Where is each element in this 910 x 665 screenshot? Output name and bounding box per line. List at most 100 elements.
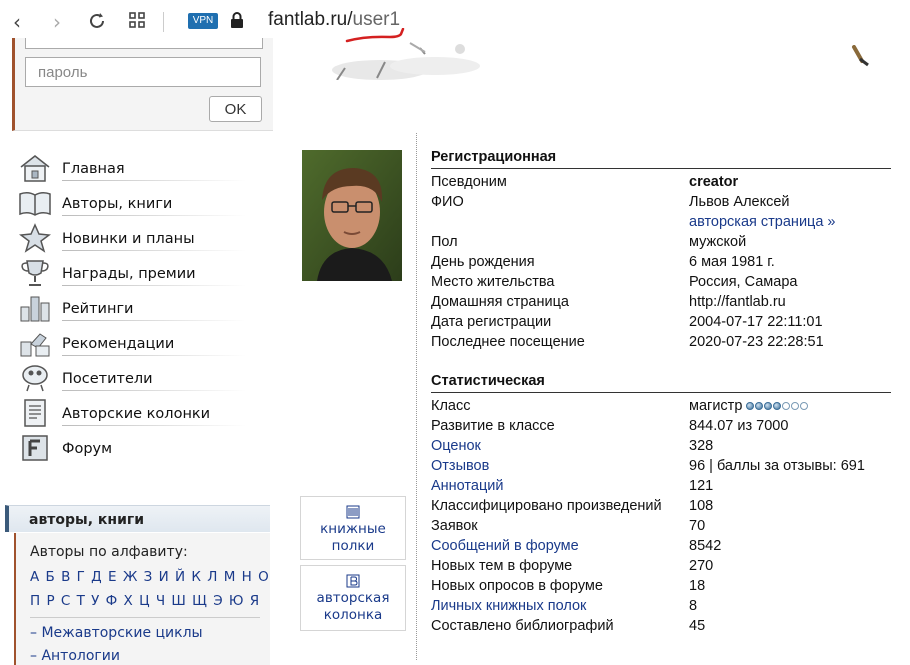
header-illustration: [332, 42, 480, 80]
profile-row-value: 844.07 из 7000: [689, 416, 788, 436]
login-field[interactable]: [25, 38, 263, 49]
profile-row-value-text: 270: [689, 558, 714, 574]
profile-row-value: 70: [689, 516, 705, 536]
column-doc-icon: [24, 399, 46, 427]
profile-row: Личных книжных полок 8: [431, 596, 891, 616]
profile-row-value-text: магистр: [689, 398, 743, 414]
anthologies-link[interactable]: – Антологии: [30, 648, 120, 664]
nav-item-forum[interactable]: Форум: [16, 432, 256, 467]
profile-row: Развитие в классе 844.07 из 7000: [431, 416, 891, 436]
toolbar-divider: [163, 12, 164, 32]
ok-button[interactable]: OK: [209, 96, 262, 122]
profile-row-value: 121: [689, 476, 713, 496]
reload-icon[interactable]: [86, 11, 108, 33]
open-book-icon: [19, 191, 51, 216]
profile-row-value: 8: [689, 596, 697, 616]
profile-row-key: Заявок: [431, 518, 478, 534]
bookshelf-icon: [346, 505, 360, 519]
nav-item-columns[interactable]: Авторские колонки: [16, 397, 256, 432]
password-field[interactable]: [25, 57, 261, 87]
authors-box-body: Авторы по алфавиту: А Б В Г Д Е Ж З И Й …: [14, 533, 270, 665]
nav-item-visitors[interactable]: Посетители: [16, 362, 256, 397]
profile-row-value: 96 | баллы за отзывы: 691: [689, 456, 865, 476]
profile-row-key: Последнее посещение: [431, 334, 585, 350]
profile-row-key: Составлено библиографий: [431, 618, 614, 634]
browser-toolbar: ‹ › VPN fantlab.ru/user1: [0, 0, 910, 43]
nav-item-ratings[interactable]: Рейтинги: [16, 292, 256, 327]
profile-row: Дата регистрации 2004-07-17 22:11:01: [431, 312, 891, 332]
profile-row-value-text: Львов Алексей: [689, 194, 790, 210]
profile-row-value-text: creator: [689, 174, 739, 190]
profile-row: ФИО Львов Алексей: [431, 192, 891, 212]
profile-row-key[interactable]: Личных книжных полок: [431, 596, 586, 616]
url-path: user1: [352, 9, 401, 30]
profile-row-value: Россия, Самара: [689, 272, 797, 292]
profile-row-key: Дата регистрации: [431, 314, 552, 330]
nav-item-recommendations[interactable]: Рекомендации: [16, 327, 256, 362]
profile-row: Новых опросов в форуме 18: [431, 576, 891, 596]
forward-icon[interactable]: ›: [46, 11, 68, 33]
profile-row-value: 18: [689, 576, 705, 596]
profile-row: Последнее посещение 2020-07-23 22:28:51: [431, 332, 891, 352]
tabs-grid-icon[interactable]: [126, 11, 148, 33]
profile-row-value: магистр: [689, 396, 809, 416]
profile-row-key[interactable]: Сообщений в форуме: [431, 536, 579, 556]
vpn-badge[interactable]: VPN: [188, 13, 218, 29]
profile-row: Заявок 70: [431, 516, 891, 536]
profile-row-key: Место жительства: [431, 274, 555, 290]
profile-row-value: creator: [689, 172, 738, 192]
nav-item-new[interactable]: Новинки и планы: [16, 222, 256, 257]
profile-row-key[interactable]: Оценок: [431, 436, 481, 456]
alphabet-letters-row2[interactable]: П Р С Т У Ф Х Ц Ч Ш Щ Э Ю Я: [30, 593, 260, 609]
bookshelves-button[interactable]: книжные полки: [300, 496, 406, 560]
statistics-rows: Класс магистр Развитие в классе 844.07 из 7…: [431, 393, 891, 636]
nav-item-home[interactable]: Главная: [16, 152, 256, 187]
profile-row-key[interactable]: Аннотаций: [431, 476, 503, 496]
profile-row-value-text: 8: [689, 598, 698, 614]
profile-row-value-text: 108: [689, 498, 714, 514]
profile-row: Аннотаций 121: [431, 476, 891, 496]
level-dot: [773, 402, 782, 411]
level-dot: [791, 402, 800, 411]
profile-row: День рождения 6 мая 1981 г.: [431, 252, 891, 272]
lock-icon[interactable]: [226, 11, 248, 33]
profile-row-value-text: 6 мая 1981 г.: [689, 254, 775, 270]
profile-row: Отзывов 96 | баллы за отзывы: 691: [431, 456, 891, 476]
nav-label-awards: Награды, премии: [62, 266, 196, 282]
nav-item-authors[interactable]: Авторы, книги: [16, 187, 256, 222]
profile-row-value-text: http://fantlab.ru: [689, 294, 786, 310]
profile-row-value-text: 2020-07-23 22:28:51: [689, 334, 824, 350]
profile-row-value: мужской: [689, 232, 746, 252]
bookshelves-label: книжные полки: [320, 521, 386, 554]
author-column-label: авторская колонка: [316, 590, 390, 623]
url-host: fantlab.ru/: [268, 9, 353, 30]
profile-row-value[interactable]: авторская страница »: [689, 212, 836, 232]
level-dot: [800, 402, 809, 411]
nav-divider: [62, 320, 246, 321]
nav-divider: [62, 285, 246, 286]
profile-row: Составлено библиографий 45: [431, 616, 891, 636]
author-column-button[interactable]: авторская колонка: [300, 565, 406, 631]
nav-item-awards[interactable]: Награды, премии: [16, 257, 256, 292]
authors-box-title: авторы, книги: [5, 505, 270, 532]
registration-rows: Псевдоним creator ФИО Львов Алексей авторска…: [431, 169, 891, 352]
inter-author-cycles-link[interactable]: – Межавторские циклы: [30, 625, 203, 641]
profile-row-key: Домашняя страница: [431, 294, 569, 310]
statistics-section-title: Статистическая: [431, 370, 891, 393]
profile-row-value-text: 96 | баллы за отзывы: 691: [689, 458, 865, 474]
profile-row-value: 8542: [689, 536, 721, 556]
back-icon[interactable]: ‹: [6, 11, 28, 33]
nav-label-forum: Форум: [62, 441, 113, 457]
profile-row-key[interactable]: Отзывов: [431, 456, 489, 476]
nav-label-columns: Авторские колонки: [62, 406, 211, 422]
profile-row: Псевдоним creator: [431, 172, 891, 192]
nav-label-ratings: Рейтинги: [62, 301, 134, 317]
login-box: OK: [12, 38, 273, 131]
nav-divider: [62, 180, 246, 181]
profile-row-key: Развитие в классе: [431, 418, 555, 434]
profile-row-value-text: 328: [689, 438, 714, 454]
alphabet-letters-row1[interactable]: А Б В Г Д Е Ж З И Й К Л М Н О: [30, 569, 269, 585]
nav-label-home: Главная: [62, 161, 125, 177]
profile-row-key: Пол: [431, 234, 458, 250]
profile-row: Место жительства Россия, Самара: [431, 272, 891, 292]
